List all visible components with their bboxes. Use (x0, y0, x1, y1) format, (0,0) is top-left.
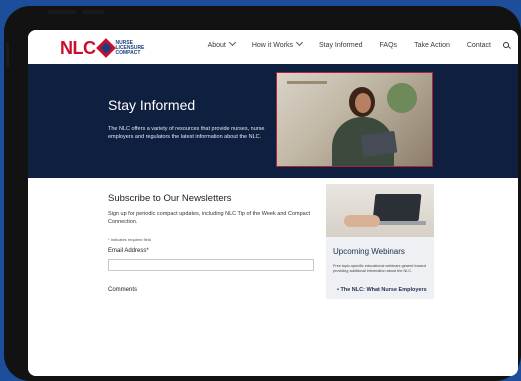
nav-label: How it Works (251, 42, 293, 49)
nlc-logo[interactable]: NLC NURSE LICENSURE COMPACT (60, 38, 144, 58)
chevron-down-icon (295, 38, 304, 47)
webinar-link[interactable]: • The NLC: What Nurse Employers (337, 287, 427, 293)
newsletter-description: Sign up for periodic compact updates, in… (108, 211, 310, 225)
hero-image (276, 72, 433, 167)
webinars-card: Upcoming Webinars Free topic-specific ed… (326, 184, 434, 299)
logo-line-3: COMPACT (115, 49, 141, 56)
webinar-image (326, 184, 434, 237)
webinar-link-label: The NLC: What Nurse Employers (340, 287, 427, 293)
nav-item-contact[interactable]: Contact (467, 42, 491, 49)
hero-description: The NLC offers a variety of resources th… (108, 126, 265, 140)
background-shelf (287, 81, 327, 84)
nav-item-faqs[interactable]: FAQs (380, 42, 398, 49)
main-content: Subscribe to Our Newsletters Sign up for… (28, 178, 518, 376)
newsletter-title: Subscribe to Our Newsletters (108, 193, 232, 204)
comments-label: Comments (108, 287, 138, 293)
background-plant (387, 83, 417, 113)
nav-item-take-action[interactable]: Take Action (414, 42, 450, 49)
chevron-down-icon (228, 38, 236, 47)
typing-hands (344, 215, 380, 227)
nav-item-stay-informed[interactable]: Stay Informed (319, 42, 363, 49)
tablet-device (360, 130, 398, 158)
tablet-button (82, 10, 104, 14)
site-header: NLC NURSE LICENSURE COMPACT About How it… (28, 30, 518, 64)
tablet-side-button (6, 42, 9, 68)
page-title: Stay Informed (108, 97, 196, 113)
tablet-button (48, 10, 76, 14)
email-label: Email Address* (108, 248, 149, 254)
webinars-title: Upcoming Webinars (333, 247, 405, 256)
logo-diamond-icon (95, 38, 116, 58)
browser-screen: NLC NURSE LICENSURE COMPACT About How it… (28, 30, 518, 376)
webinars-description: Free topic-specific educational webinars… (333, 264, 426, 273)
logo-subtitle: NURSE LICENSURE COMPACT (115, 40, 145, 56)
email-field[interactable] (108, 259, 314, 271)
laptop-screen (372, 194, 422, 221)
nav-item-how-it-works[interactable]: How it Works (251, 38, 304, 49)
search-icon[interactable] (503, 42, 510, 49)
nav-item-about[interactable]: About (207, 38, 236, 49)
main-nav: About How it Works Stay Informed FAQs Ta… (191, 38, 510, 49)
nav-label: About (207, 42, 226, 49)
tablet-frame: NLC NURSE LICENSURE COMPACT About How it… (4, 6, 521, 381)
logo-wordmark: NLC (60, 37, 96, 58)
person-face (355, 93, 371, 113)
hero-banner: Stay Informed The NLC offers a variety o… (28, 64, 518, 178)
required-field-note: * Indicates required field (108, 237, 151, 242)
